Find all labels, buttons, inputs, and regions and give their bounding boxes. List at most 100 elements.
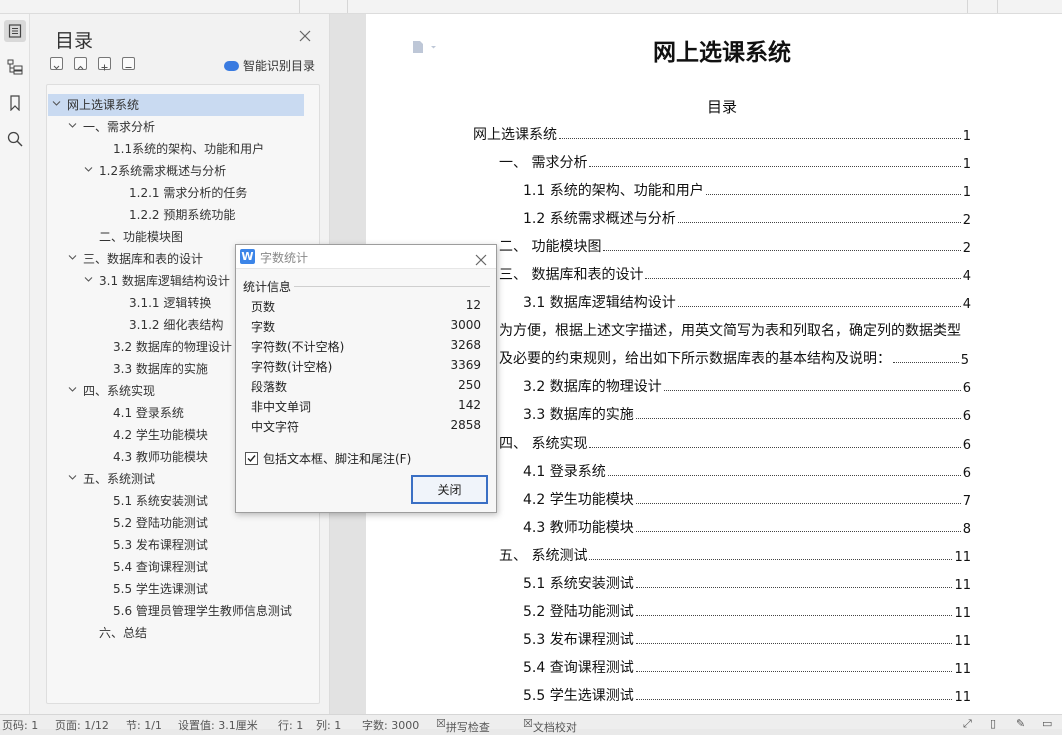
- toc-entry[interactable]: 4.2 学生功能模块 7: [523, 487, 971, 509]
- outline-item[interactable]: 3.1.2 细化表结构: [129, 314, 223, 336]
- toc-entry[interactable]: 三、 数据库和表的设计 4: [499, 262, 971, 284]
- outline-item[interactable]: 5.5 学生选课测试: [113, 578, 208, 600]
- toc-entry[interactable]: 3.1 数据库逻辑结构设计 4: [523, 290, 971, 312]
- outline-item[interactable]: 3.1.1 逻辑转换: [129, 292, 211, 314]
- toc-entry[interactable]: 5.3 发布课程测试 11: [523, 627, 971, 649]
- outline-item[interactable]: 五、系统测试: [68, 468, 155, 490]
- chevron-down-icon[interactable]: [84, 269, 93, 282]
- outline-item[interactable]: 1.2.2 预期系统功能: [129, 204, 235, 226]
- chevron-down-icon[interactable]: [68, 379, 77, 392]
- outline-item[interactable]: 1.1系统的架构、功能和用户: [113, 138, 264, 160]
- chevron-down-icon[interactable]: [68, 247, 77, 260]
- outline-item-label: 四、系统实现: [83, 384, 156, 398]
- stat-label: 字符数(不计空格): [251, 340, 345, 354]
- toc-page-number: 11: [954, 690, 971, 705]
- search-icon[interactable]: [4, 128, 26, 150]
- bookmark-icon[interactable]: [4, 92, 26, 114]
- expand-all-icon[interactable]: [50, 57, 63, 70]
- toc-leader-dots: [607, 475, 961, 476]
- toolbar-segment: [968, 0, 998, 13]
- reading-mode-icon[interactable]: ▭: [1042, 717, 1052, 730]
- outline-item[interactable]: 4.2 学生功能模块: [113, 424, 208, 446]
- outline-item[interactable]: 二、功能模块图: [99, 226, 183, 248]
- toc-entry-text: 4.1 登录系统: [523, 464, 606, 480]
- toc-entry[interactable]: 四、 系统实现 6: [499, 431, 971, 453]
- outline-item[interactable]: 3.1 数据库逻辑结构设计: [84, 270, 230, 292]
- outline-item[interactable]: 3.2 数据库的物理设计: [113, 336, 232, 358]
- toc-entry-text: 4.2 学生功能模块: [523, 492, 634, 508]
- add-heading-icon[interactable]: [98, 57, 111, 71]
- collapse-all-icon[interactable]: [74, 57, 87, 70]
- toc-entry[interactable]: 网上选课系统 1: [473, 122, 971, 144]
- toc-entry[interactable]: 五、 系统测试 11: [499, 543, 971, 565]
- doc-proof-toggle[interactable]: ☒ 文档校对: [523, 717, 577, 734]
- chevron-down-icon[interactable]: [84, 159, 93, 172]
- edit-icon[interactable]: ✎: [1016, 717, 1025, 730]
- outline-item[interactable]: 三、数据库和表的设计: [68, 248, 203, 270]
- outline-item[interactable]: 网上选课系统: [48, 94, 304, 116]
- toc-entry[interactable]: 5.2 登陆功能测试 11: [523, 599, 971, 621]
- toc-entry[interactable]: 5.5 学生选课测试 11: [523, 683, 971, 705]
- outline-item[interactable]: 5.2 登陆功能测试: [113, 512, 208, 534]
- outline-item[interactable]: 四、系统实现: [68, 380, 155, 402]
- status-page[interactable]: 页面: 1/12: [55, 717, 109, 733]
- remove-heading-icon[interactable]: [122, 57, 135, 70]
- toc-entry[interactable]: 4.1 登录系统 6: [523, 459, 971, 481]
- outline-item[interactable]: 4.1 登录系统: [113, 402, 184, 424]
- toc-entry-text: 5.2 登陆功能测试: [523, 604, 634, 620]
- toc-leader-dots: [635, 503, 961, 504]
- toc-entry[interactable]: 4.3 教师功能模块 8: [523, 515, 971, 537]
- chevron-down-icon[interactable]: [68, 115, 77, 128]
- outline-item[interactable]: 5.1 系统安装测试: [113, 490, 208, 512]
- status-words[interactable]: 字数: 3000: [362, 717, 419, 733]
- outline-item-label: 3.2 数据库的物理设计: [113, 340, 232, 354]
- toc-entry[interactable]: 5.4 查询课程测试 11: [523, 655, 971, 677]
- toc-entry-text: 一、 需求分析: [499, 155, 588, 171]
- toc-leader-dots: [893, 362, 959, 363]
- outline-item[interactable]: 六、总结: [99, 622, 147, 644]
- outline-item-label: 1.2系统需求概述与分析: [99, 164, 227, 178]
- outline-item[interactable]: 4.3 教师功能模块: [113, 446, 208, 468]
- spell-check-toggle[interactable]: ☒ 拼写检查: [436, 717, 490, 734]
- outline-item-label: 一、需求分析: [83, 120, 156, 134]
- toc-paragraph-entry[interactable]: 及必要的约束规则，给出如下所示数据库表的基本结构及说明： 5: [499, 346, 969, 368]
- stat-label: 段落数: [251, 380, 288, 394]
- stat-value: 3369: [450, 358, 481, 372]
- close-icon[interactable]: [298, 28, 312, 42]
- dialog-close-icon[interactable]: [475, 251, 487, 266]
- outline-item[interactable]: 1.2系统需求概述与分析: [84, 160, 226, 182]
- stat-value: 250: [458, 378, 481, 392]
- outline-item[interactable]: 1.2.1 需求分析的任务: [129, 182, 247, 204]
- outline-item-label: 3.1.2 细化表结构: [129, 318, 224, 332]
- toc-entry[interactable]: 3.3 数据库的实施 6: [523, 402, 971, 424]
- chevron-down-icon[interactable]: [52, 93, 61, 106]
- outline-item[interactable]: 5.6 管理员管理学生教师信息测试: [113, 600, 292, 622]
- close-button[interactable]: 关闭: [411, 475, 488, 504]
- outline-item-label: 5.3 发布课程测试: [113, 538, 208, 552]
- outline-item[interactable]: 3.3 数据库的实施: [113, 358, 208, 380]
- toc-page-number: 6: [962, 409, 971, 424]
- toc-entry[interactable]: 二、 功能模块图 2: [499, 234, 971, 256]
- chevron-down-icon[interactable]: [68, 467, 77, 480]
- page-view-icon[interactable]: ▯: [990, 717, 996, 730]
- toc-entry[interactable]: 5.1 系统安装测试 11: [523, 571, 971, 593]
- smart-toc-button[interactable]: 智能识别目录: [224, 57, 315, 74]
- outline-item-label: 1.2.1 需求分析的任务: [129, 186, 248, 200]
- outline-item[interactable]: 5.4 查询课程测试: [113, 556, 208, 578]
- outline-item[interactable]: 一、需求分析: [68, 116, 155, 138]
- toc-entry[interactable]: 1.1 系统的架构、功能和用户 1: [523, 178, 971, 200]
- toc-page-number: 5: [960, 353, 969, 368]
- outline-icon[interactable]: [4, 20, 26, 42]
- toc-page-number: 4: [962, 297, 971, 312]
- stats-group-label: 统计信息: [243, 280, 292, 294]
- toc-page-number: 4: [962, 269, 971, 284]
- toc-entry[interactable]: 一、 需求分析 1: [499, 150, 971, 172]
- outline-item[interactable]: 5.3 发布课程测试: [113, 534, 208, 556]
- toc-entry[interactable]: 1.2 系统需求概述与分析 2: [523, 206, 971, 228]
- toc-entry[interactable]: 3.2 数据库的物理设计 6: [523, 374, 971, 396]
- include-textbox-checkbox[interactable]: 包括文本框、脚注和尾注(F): [245, 450, 411, 467]
- checkbox-box[interactable]: [245, 452, 258, 465]
- chapter-nav-icon[interactable]: [4, 56, 26, 78]
- outline-item-label: 5.6 管理员管理学生教师信息测试: [113, 604, 292, 618]
- toc-page-number: 11: [954, 550, 971, 565]
